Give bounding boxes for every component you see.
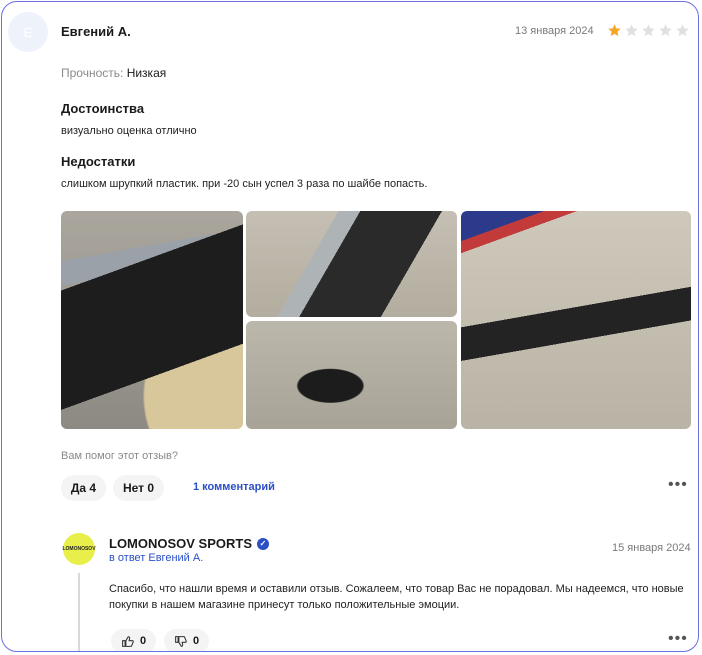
strength-attribute: Прочность: Низкая <box>61 66 166 80</box>
review-more-menu-icon[interactable]: ••• <box>668 476 688 494</box>
like-count: 0 <box>140 635 147 647</box>
review-photo-4[interactable] <box>461 211 691 429</box>
reply-text: Спасибо, что нашли время и оставили отзы… <box>109 583 684 611</box>
review-photo-1[interactable] <box>61 211 243 429</box>
shop-logo: LOMONOSOV <box>62 533 96 565</box>
author-avatar: Е <box>8 12 48 52</box>
strength-label: Прочность: <box>61 66 124 80</box>
star-icon <box>624 23 639 38</box>
review-card: Е Евгений А. 13 января 2024 Прочность: Н… <box>1 1 699 652</box>
reply-date: 15 января 2024 <box>612 542 691 554</box>
verified-badge-icon: ✓ <box>257 537 270 550</box>
pros-text: визуально оценка отлично <box>61 125 197 137</box>
shop-name-text: LOMONOSOV SPORTS <box>109 536 253 551</box>
review-photo-3[interactable] <box>246 321 457 429</box>
shop-name: LOMONOSOV SPORTS ✓ <box>109 536 270 551</box>
star-icon <box>641 23 656 38</box>
comments-link[interactable]: 1 комментарий <box>193 481 275 493</box>
reply-to-link[interactable]: в ответ Евгений А. <box>109 552 203 564</box>
reply-thread-line <box>78 573 80 651</box>
helpful-no-button[interactable]: Нет 0 <box>113 475 164 501</box>
strength-value: Низкая <box>126 66 167 80</box>
star-icon <box>658 23 673 38</box>
helpful-yes-button[interactable]: Да 4 <box>61 475 106 501</box>
star-icon <box>607 23 622 38</box>
star-icon <box>675 23 690 38</box>
reply-dislike-button[interactable]: 0 <box>164 629 210 651</box>
cons-text: слишком шрупкий пластик. при -20 сын усп… <box>61 178 428 190</box>
helpful-question: Вам помог этот отзыв? <box>61 450 178 462</box>
thumbs-down-icon <box>174 635 187 648</box>
dislike-count: 0 <box>193 635 200 647</box>
review-date: 13 января 2024 <box>515 25 594 37</box>
reply-like-button[interactable]: 0 <box>111 629 157 651</box>
reply-more-menu-icon[interactable]: ••• <box>668 630 688 648</box>
thumbs-up-icon <box>121 635 134 648</box>
pros-heading: Достоинства <box>61 101 145 116</box>
rating-stars <box>607 23 690 38</box>
review-photo-2[interactable] <box>246 211 457 317</box>
author-name: Евгений А. <box>61 24 131 39</box>
cons-heading: Недостатки <box>61 154 136 169</box>
